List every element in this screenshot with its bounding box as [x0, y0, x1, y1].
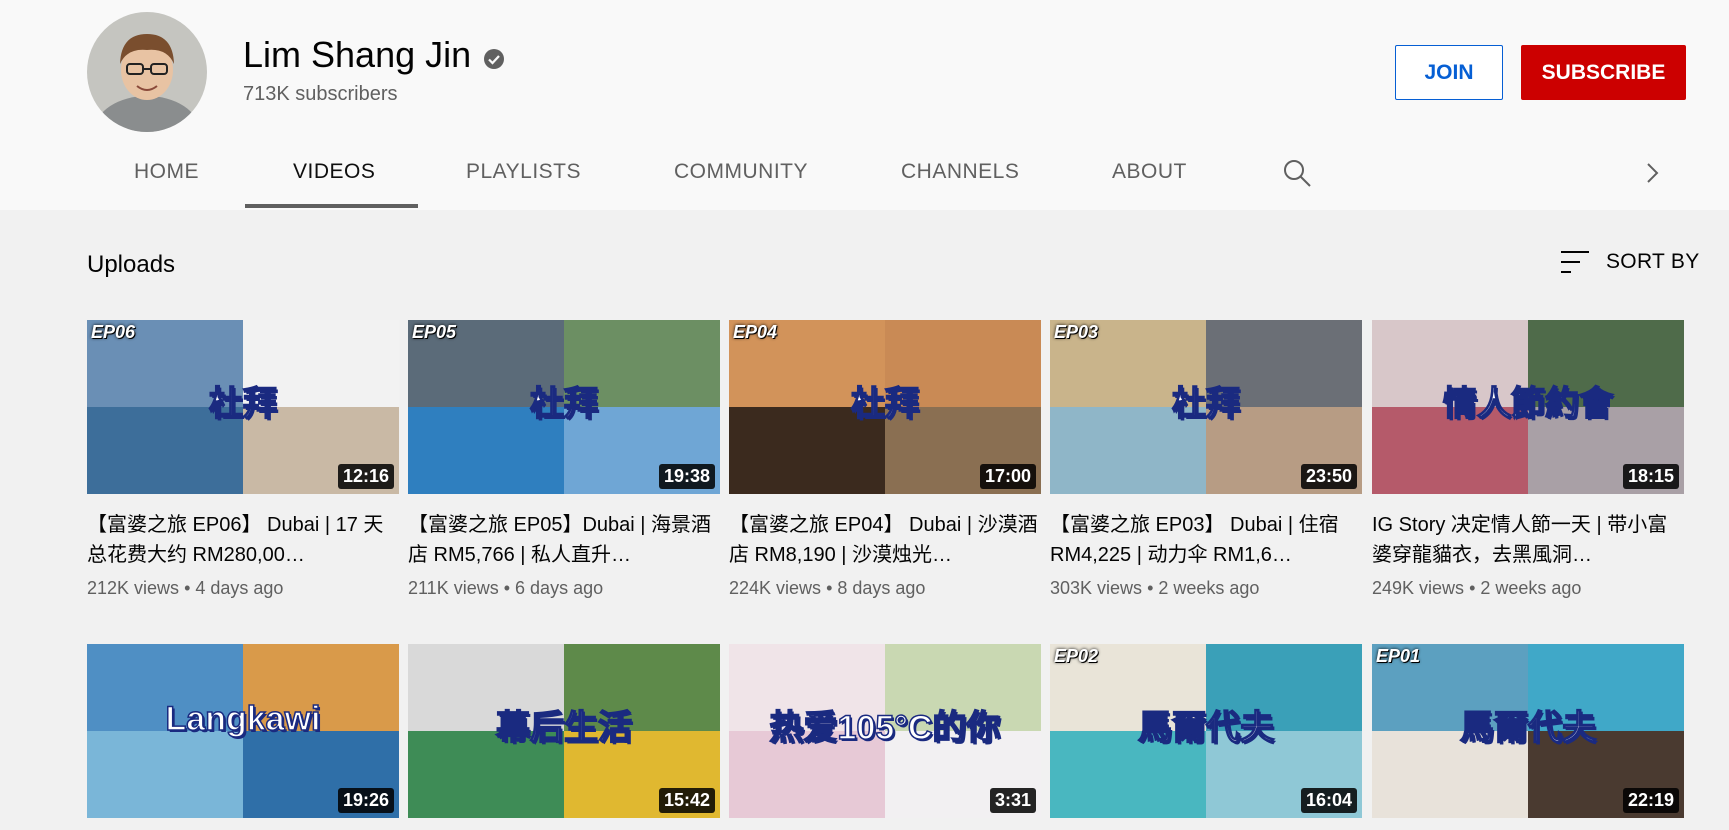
video-duration: 22:19: [1622, 788, 1679, 813]
video-thumbnail[interactable]: 情人節約會 18:15: [1372, 320, 1684, 494]
episode-tag: EP04: [733, 322, 778, 342]
meta-separator: •: [179, 578, 196, 598]
video-meta: 211K views • 6 days ago: [408, 578, 720, 599]
video-thumbnail[interactable]: Langkawi 19:26: [87, 644, 399, 818]
video-duration: 19:26: [337, 788, 394, 813]
channel-header: Lim Shang Jin 713K subscribers JOIN SUBS…: [0, 0, 1729, 210]
thumbnail-overlay-text: 热爱105°C的你: [769, 708, 1001, 748]
video-card[interactable]: Langkawi 19:26: [87, 644, 399, 818]
sort-icon: [1561, 251, 1589, 273]
video-title[interactable]: 【富婆之旅 EP03】 Dubai | 住宿 RM4,225 | 动力伞 RM1…: [1050, 510, 1362, 570]
video-thumbnail[interactable]: 热爱105°C的你 3:31: [729, 644, 1041, 818]
video-card[interactable]: EP04 杜拜 17:00 【富婆之旅 EP04】 Dubai | 沙漠酒店 RM8,…: [729, 320, 1041, 599]
video-duration: 12:16: [337, 464, 394, 489]
upload-age: 6 days ago: [515, 578, 604, 598]
video-duration: 23:50: [1300, 464, 1357, 489]
video-title[interactable]: 【富婆之旅 EP06】 Dubai | 17 天总花费大约 RM280,00…: [87, 510, 399, 570]
upload-age: 8 days ago: [837, 578, 926, 598]
active-tab-indicator: [245, 204, 418, 208]
view-count: 224K views: [729, 578, 822, 598]
episode-tag: EP01: [1376, 646, 1421, 666]
video-meta: 303K views • 2 weeks ago: [1050, 578, 1362, 599]
thumbnail-overlay-text: 杜拜: [529, 384, 599, 424]
episode-tag: EP02: [1054, 646, 1099, 666]
tab-about[interactable]: ABOUT: [1112, 160, 1187, 184]
tab-community[interactable]: COMMUNITY: [674, 160, 808, 184]
video-title[interactable]: 【富婆之旅 EP05】Dubai | 海景酒店 RM5,766 | 私人直升…: [408, 510, 720, 570]
video-duration: 19:38: [658, 464, 715, 489]
video-meta: 224K views • 8 days ago: [729, 578, 1041, 599]
video-card[interactable]: 幕后生活 15:42: [408, 644, 720, 818]
video-thumbnail[interactable]: EP01 馬爾代夫 22:19: [1372, 644, 1684, 818]
upload-age: 4 days ago: [195, 578, 284, 598]
thumbnail-overlay-text: 杜拜: [208, 384, 278, 424]
video-meta: 249K views • 2 weeks ago: [1372, 578, 1684, 599]
channel-name: Lim Shang Jin: [243, 34, 472, 75]
thumbnail-overlay-text: 馬爾代夫: [1137, 708, 1275, 748]
thumbnail-overlay-text: 幕后生活: [495, 708, 633, 748]
view-count: 249K views: [1372, 578, 1465, 598]
meta-separator: •: [498, 578, 516, 598]
video-card[interactable]: EP03 杜拜 23:50 【富婆之旅 EP03】 Dubai | 住宿 RM4,22…: [1050, 320, 1362, 599]
sort-by-label: SORT BY: [1606, 250, 1700, 273]
video-thumbnail[interactable]: EP06 杜拜 12:16: [87, 320, 399, 494]
episode-tag: EP05: [412, 322, 457, 342]
video-thumbnail[interactable]: 幕后生活 15:42: [408, 644, 720, 818]
video-card[interactable]: EP06 杜拜 12:16 【富婆之旅 EP06】 Dubai | 17 天总花费大约…: [87, 320, 399, 599]
verified-icon: [484, 49, 504, 69]
upload-age: 2 weeks ago: [1158, 578, 1260, 598]
chevron-right-icon[interactable]: [1640, 160, 1664, 186]
video-thumbnail[interactable]: EP03 杜拜 23:50: [1050, 320, 1362, 494]
video-card[interactable]: EP01 馬爾代夫 22:19: [1372, 644, 1684, 818]
video-thumbnail[interactable]: EP04 杜拜 17:00: [729, 320, 1041, 494]
thumbnail-overlay-text: 情人節約會: [1442, 384, 1614, 424]
search-icon[interactable]: [1282, 158, 1312, 188]
video-card[interactable]: 热爱105°C的你 3:31: [729, 644, 1041, 818]
meta-separator: •: [821, 578, 838, 598]
video-duration: 3:31: [989, 788, 1036, 813]
upload-age: 2 weeks ago: [1480, 578, 1582, 598]
sort-by-button[interactable]: SORT BY: [1560, 249, 1700, 275]
tab-playlists[interactable]: PLAYLISTS: [466, 160, 581, 184]
video-duration: 16:04: [1300, 788, 1357, 813]
video-card[interactable]: 情人節約會 18:15 IG Story 决定情人節一天 | 带小富婆穿龍貓衣，去黑…: [1372, 320, 1684, 599]
view-count: 211K views: [408, 578, 499, 598]
tab-channels[interactable]: CHANNELS: [901, 160, 1019, 184]
view-count: 212K views: [87, 578, 180, 598]
video-card[interactable]: EP05 杜拜 19:38 【富婆之旅 EP05】Dubai | 海景酒店 RM5,7…: [408, 320, 720, 599]
episode-tag: EP03: [1054, 322, 1099, 342]
thumbnail-overlay-text: 杜拜: [850, 384, 920, 424]
tab-videos[interactable]: VIDEOS: [293, 160, 375, 184]
channel-avatar[interactable]: [87, 12, 207, 132]
meta-separator: •: [1464, 578, 1481, 598]
section-title: Uploads: [87, 251, 176, 278]
view-count: 303K views: [1050, 578, 1143, 598]
thumbnail-overlay-text: 杜拜: [1171, 384, 1241, 424]
video-duration: 17:00: [979, 464, 1036, 489]
video-duration: 15:42: [658, 788, 715, 813]
thumbnail-overlay-text: 馬爾代夫: [1459, 708, 1597, 748]
join-button[interactable]: JOIN: [1395, 45, 1503, 100]
subscriber-count: 713K subscribers: [243, 83, 398, 105]
tab-home[interactable]: HOME: [134, 160, 199, 184]
video-title[interactable]: 【富婆之旅 EP04】 Dubai | 沙漠酒店 RM8,190 | 沙漠烛光…: [729, 510, 1041, 570]
video-thumbnail[interactable]: EP02 馬爾代夫 16:04: [1050, 644, 1362, 818]
subscribe-button[interactable]: SUBSCRIBE: [1521, 45, 1686, 100]
video-thumbnail[interactable]: EP05 杜拜 19:38: [408, 320, 720, 494]
video-meta: 212K views • 4 days ago: [87, 578, 399, 599]
meta-separator: •: [1142, 578, 1159, 598]
episode-tag: EP06: [91, 322, 136, 342]
thumbnail-overlay-text: Langkawi: [165, 699, 321, 739]
video-card[interactable]: EP02 馬爾代夫 16:04: [1050, 644, 1362, 818]
video-title[interactable]: IG Story 决定情人節一天 | 带小富婆穿龍貓衣，去黑風洞…: [1372, 510, 1684, 570]
thumbnail-panel: [87, 731, 243, 818]
video-duration: 18:15: [1622, 464, 1679, 489]
